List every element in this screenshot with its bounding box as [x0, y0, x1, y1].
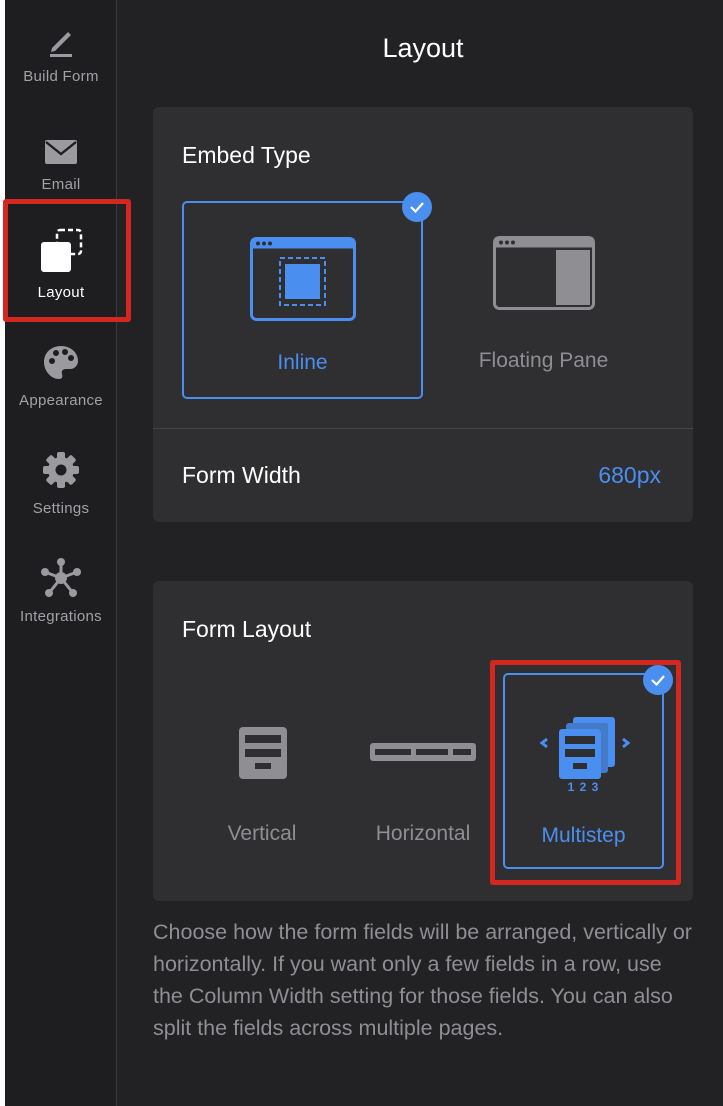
palette-icon — [42, 338, 80, 382]
pencil-icon — [44, 14, 78, 58]
form-width-label: Form Width — [182, 462, 301, 488]
sidebar-item-layout[interactable]: Layout — [5, 216, 117, 308]
sidebar-item-build-form[interactable]: Build Form — [5, 0, 117, 92]
form-width-value[interactable]: 680px — [598, 462, 661, 489]
envelope-icon — [44, 122, 78, 166]
sidebar-item-integrations[interactable]: Integrations — [5, 540, 117, 632]
main-panel: Layout Embed Type Inline Floating Pane F… — [118, 0, 723, 1106]
checkmark-icon — [643, 665, 673, 695]
sidebar-item-label: Settings — [32, 500, 90, 517]
sidebar-item-label: Integrations — [20, 608, 102, 625]
embed-option-inline[interactable]: Inline — [182, 201, 423, 399]
sidebar-item-email[interactable]: Email — [5, 108, 117, 200]
step-numbers: 1 2 3 — [567, 780, 600, 794]
layout-option-label: Vertical — [227, 822, 297, 845]
sidebar-item-label: Build Form — [23, 68, 99, 85]
layout-option-vertical[interactable]: Vertical — [183, 673, 341, 869]
inline-window-icon — [250, 237, 356, 328]
embed-option-label: Floating Pane — [478, 349, 609, 372]
horizontal-layout-icon — [370, 743, 476, 766]
embed-option-label: Inline — [277, 351, 328, 374]
sidebar-item-label: Layout — [37, 284, 85, 301]
layout-option-label: Horizontal — [375, 822, 471, 845]
form-layout-title: Form Layout — [182, 616, 312, 642]
sidebar-item-settings[interactable]: Settings — [5, 432, 117, 524]
embed-type-title: Embed Type — [182, 142, 311, 168]
sidebar-item-label: Appearance — [19, 392, 103, 409]
sidebar-item-appearance[interactable]: Appearance — [5, 324, 117, 416]
page-title: Layout — [382, 33, 464, 63]
layout-option-multistep[interactable]: 1 2 3 Multistep — [503, 673, 664, 869]
form-layout-card: Form Layout Vertical Horizontal 1 2 3 Mu… — [153, 581, 693, 901]
embed-type-card: Embed Type Inline Floating Pane Form Wid… — [153, 107, 693, 522]
layout-option-horizontal[interactable]: Horizontal — [343, 673, 503, 869]
gear-icon — [41, 446, 81, 490]
sidebar-item-label: Email — [41, 176, 81, 193]
vertical-layout-icon — [239, 727, 287, 784]
sidebar: Build Form Email Layout Appearance Setti… — [0, 0, 117, 1106]
divider — [153, 428, 693, 429]
floating-pane-window-icon — [493, 236, 595, 315]
integrations-icon — [40, 554, 82, 598]
embed-option-floating-pane[interactable]: Floating Pane — [423, 201, 664, 399]
layout-icon — [38, 228, 84, 274]
help-text: Choose how the form fields will be arran… — [153, 920, 692, 1040]
layout-option-label: Multistep — [541, 824, 626, 847]
